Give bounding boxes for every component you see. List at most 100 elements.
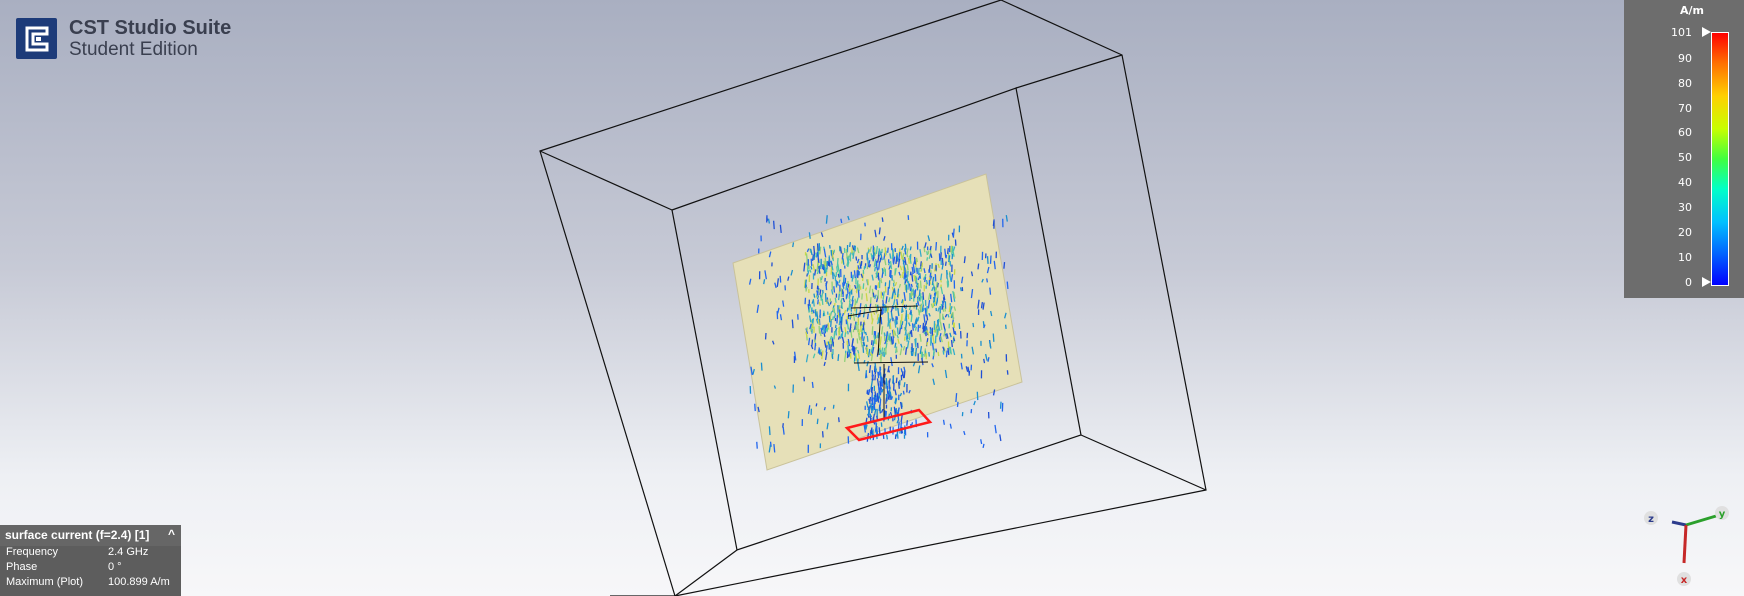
current-arrow — [910, 314, 913, 322]
current-arrow — [894, 319, 897, 328]
current-arrow — [864, 331, 868, 336]
current-arrow — [1005, 215, 1008, 222]
current-arrow — [817, 318, 820, 326]
current-arrow — [808, 232, 811, 239]
current-arrow — [952, 311, 955, 321]
legend-tick: 80 — [1678, 77, 1692, 90]
current-arrow — [906, 335, 909, 340]
current-arrow — [825, 282, 828, 291]
legend-colorbar — [1711, 32, 1729, 286]
current-arrow — [952, 290, 955, 296]
current-arrow — [896, 432, 899, 439]
current-arrow — [836, 314, 839, 324]
current-arrow — [870, 340, 873, 345]
current-arrow — [926, 251, 929, 256]
current-arrow — [880, 354, 883, 363]
x-axis-label: x — [1681, 575, 1688, 586]
current-arrow — [836, 266, 839, 273]
current-arrow — [934, 274, 937, 282]
current-arrow — [831, 271, 834, 280]
current-arrow — [871, 397, 874, 406]
current-arrow — [811, 323, 814, 329]
current-arrow — [837, 273, 840, 278]
current-arrow — [873, 335, 876, 344]
current-arrow — [818, 347, 821, 355]
current-arrow — [883, 373, 886, 378]
current-arrow — [810, 258, 813, 266]
collapse-chevron-icon[interactable]: ^ — [168, 527, 175, 541]
info-panel-title: surface current (f=2.4) [1] — [5, 528, 150, 542]
current-arrow — [932, 348, 935, 357]
current-arrow — [892, 375, 895, 384]
current-arrow — [825, 324, 828, 328]
current-arrow — [821, 431, 824, 438]
color-legend[interactable]: A/m 101 90 80 70 60 50 40 30 20 10 0 — [1624, 0, 1744, 298]
current-arrow — [919, 280, 922, 289]
current-arrow — [885, 397, 888, 404]
current-arrow — [874, 266, 877, 272]
info-row-frequency: Frequency 2.4 GHz — [0, 546, 181, 561]
current-arrow — [877, 371, 880, 379]
current-arrow — [903, 370, 906, 379]
current-arrow — [819, 277, 822, 283]
info-value: 0 ° — [108, 561, 122, 573]
info-panel-header[interactable]: surface current (f=2.4) [1] ^ — [0, 525, 181, 546]
current-arrow — [845, 282, 848, 291]
current-arrow — [866, 313, 869, 320]
current-arrow — [963, 430, 966, 436]
legend-tick: 10 — [1678, 251, 1692, 264]
current-arrow — [806, 259, 808, 266]
current-arrow — [773, 443, 776, 453]
current-arrow — [816, 295, 820, 300]
current-arrow — [895, 377, 898, 384]
current-arrow — [887, 247, 889, 253]
current-arrow — [982, 443, 985, 449]
current-arrow — [819, 289, 822, 295]
current-arrow — [772, 220, 775, 230]
legend-tick: 0 — [1685, 276, 1692, 289]
current-arrow — [946, 281, 949, 288]
current-arrow — [989, 287, 992, 295]
current-arrow — [863, 341, 866, 347]
legend-min-handle[interactable] — [1702, 277, 1711, 287]
current-arrow — [919, 273, 922, 279]
current-arrow — [840, 218, 843, 224]
current-arrow — [857, 353, 861, 360]
current-arrow — [833, 330, 836, 340]
current-arrow — [851, 246, 854, 254]
current-arrow — [875, 334, 878, 339]
current-arrow — [767, 218, 771, 224]
current-arrow — [823, 406, 826, 411]
current-arrow — [896, 327, 899, 335]
current-arrow — [815, 403, 818, 407]
cst-logo-icon — [16, 18, 57, 59]
current-arrow — [939, 338, 942, 343]
current-arrow — [869, 297, 872, 304]
current-arrow — [763, 279, 766, 285]
legend-tick: 40 — [1678, 176, 1692, 189]
current-arrow — [907, 281, 910, 290]
result-info-panel[interactable]: surface current (f=2.4) [1] ^ Frequency … — [0, 525, 181, 596]
current-arrow — [832, 404, 835, 409]
current-arrow — [963, 256, 966, 264]
current-arrow — [884, 410, 887, 416]
current-arrow — [878, 227, 881, 235]
3d-viewport[interactable] — [0, 0, 1744, 596]
current-arrow — [973, 400, 976, 406]
current-arrow — [813, 293, 816, 298]
app-title: CST Studio Suite — [69, 17, 232, 39]
current-arrow — [833, 286, 836, 293]
legend-max-handle[interactable] — [1702, 27, 1711, 37]
current-arrow — [839, 246, 843, 254]
current-arrow — [787, 411, 790, 419]
current-arrow — [792, 242, 795, 248]
current-arrow — [811, 381, 814, 389]
current-arrow — [874, 374, 877, 381]
current-arrow — [837, 293, 841, 301]
info-key: Maximum (Plot) — [6, 576, 84, 588]
current-arrow — [881, 217, 884, 222]
app-logo: CST Studio Suite Student Edition — [16, 18, 231, 59]
orientation-axes[interactable]: y z x — [1636, 500, 1736, 590]
current-arrow — [911, 273, 914, 282]
current-arrow — [896, 288, 900, 298]
